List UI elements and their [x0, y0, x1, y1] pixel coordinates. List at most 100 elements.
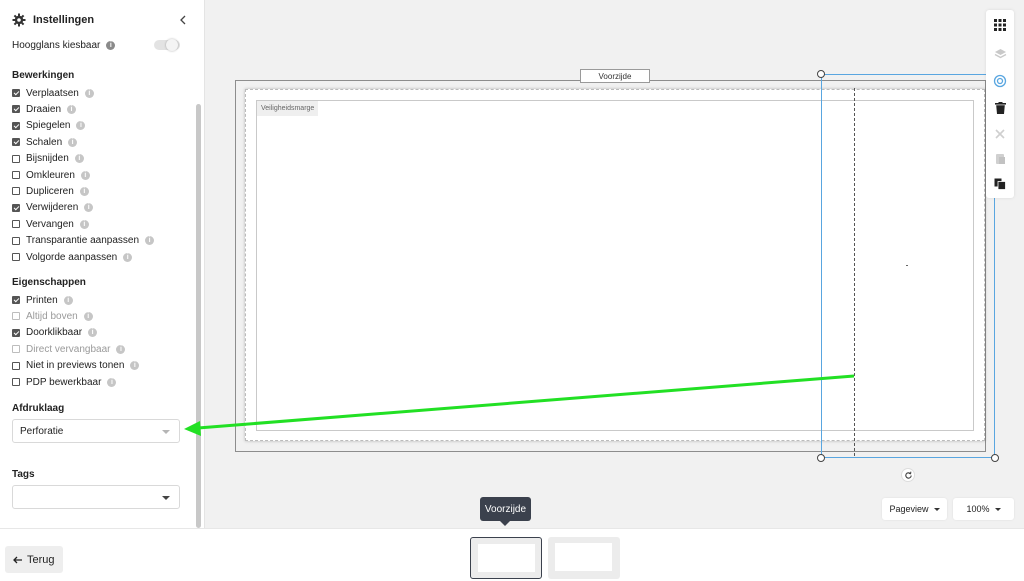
bewerking-row[interactable]: Vervangen i [12, 217, 89, 231]
back-button[interactable]: Terug [5, 546, 63, 573]
info-icon[interactable]: i [79, 219, 89, 229]
checkbox[interactable] [12, 203, 20, 212]
bewerking-row[interactable]: Draaien i [12, 102, 77, 116]
info-icon[interactable]: i [79, 186, 89, 196]
bewerking-row[interactable]: Omkleuren i [12, 168, 90, 182]
info-icon[interactable]: i [84, 88, 94, 98]
toggle-knob [166, 39, 178, 51]
hoogglans-toggle[interactable] [154, 39, 180, 51]
checkbox-label: Draaien [26, 103, 62, 115]
bewerking-row[interactable]: Spiegelen i [12, 119, 86, 133]
checkbox[interactable] [12, 154, 20, 163]
hoogglans-row: Hoogglans kiesbaar i [12, 38, 116, 52]
checkbox-label: Bijsnijden [26, 153, 69, 165]
info-icon[interactable]: i [63, 295, 73, 305]
checkbox-label: Schalen [26, 136, 63, 148]
safety-margin-label: Veiligheidsmarge [257, 101, 319, 116]
info-icon[interactable]: i [83, 311, 93, 321]
afdruklaag-value: Perforatie [20, 425, 64, 437]
thumbnail-preview [478, 544, 535, 572]
info-icon[interactable]: i [74, 154, 84, 164]
checkbox[interactable] [12, 312, 20, 321]
eigenschap-row[interactable]: Direct vervangbaar i [12, 342, 126, 356]
resize-handle-bottom-right[interactable] [991, 454, 999, 462]
rotate-icon[interactable] [901, 468, 915, 482]
caret-down-icon [933, 507, 940, 511]
focus-icon[interactable] [986, 69, 1014, 93]
eigenschap-row[interactable]: Printen i [12, 293, 73, 307]
checkbox[interactable] [12, 89, 20, 97]
trash-icon[interactable] [986, 96, 1014, 120]
info-icon[interactable]: i [68, 137, 78, 147]
back-label: Terug [27, 553, 55, 566]
info-icon[interactable]: i [123, 252, 133, 262]
eigenschap-row[interactable]: Doorklikbaar i [12, 326, 98, 340]
checkbox-label: Verplaatsen [26, 87, 79, 99]
checkbox-label: Direct vervangbaar [26, 343, 111, 355]
paste-icon[interactable] [986, 147, 1014, 171]
bewerking-row[interactable]: Verwijderen i [12, 201, 94, 215]
sidebar-scrollbar-thumb[interactable] [196, 104, 201, 528]
copy-icon[interactable] [986, 172, 1014, 196]
grid-icon[interactable] [986, 13, 1014, 37]
bewerking-row[interactable]: Dupliceren i [12, 184, 89, 198]
resize-handle-bottom-left[interactable] [817, 454, 825, 462]
checkbox-label: Volgorde aanpassen [26, 251, 118, 263]
info-icon[interactable]: i [116, 344, 126, 354]
checkbox-label: Dupliceren [26, 185, 74, 197]
layers-icon[interactable] [986, 42, 1014, 66]
checkbox-label: Vervangen [26, 218, 74, 230]
bewerking-row[interactable]: Verplaatsen i [12, 86, 94, 100]
checkbox[interactable] [12, 345, 20, 354]
checkbox[interactable] [12, 171, 20, 179]
checkbox[interactable] [12, 121, 20, 130]
face-label: Voorzijde [580, 69, 650, 83]
bewerking-row[interactable]: Schalen i [12, 135, 78, 149]
caret-down-icon [994, 507, 1001, 511]
checkbox[interactable] [12, 253, 20, 261]
resize-handle-top-left[interactable] [817, 70, 825, 78]
bewerking-row[interactable]: Volgorde aanpassen i [12, 250, 133, 264]
info-icon[interactable]: i [80, 170, 90, 180]
info-icon[interactable]: i [107, 377, 117, 387]
checkbox[interactable] [12, 296, 20, 304]
tags-select[interactable] [12, 485, 180, 509]
bewerking-row[interactable]: Bijsnijden i [12, 152, 84, 166]
page-thumbnail-front[interactable] [470, 537, 542, 579]
checkbox[interactable] [12, 236, 20, 245]
info-icon[interactable]: i [106, 40, 116, 50]
section-title-tags: Tags [12, 469, 35, 480]
info-icon[interactable]: i [130, 361, 140, 371]
checkbox[interactable] [12, 328, 20, 337]
checkbox[interactable] [12, 187, 20, 196]
caret-down-icon [162, 496, 170, 500]
checkbox[interactable] [12, 378, 20, 386]
cut-icon[interactable] [986, 122, 1014, 146]
eigenschap-row[interactable]: Altijd boven i [12, 309, 93, 323]
sidebar-title: Instellingen [33, 14, 95, 26]
eigenschap-row[interactable]: PDP bewerkbaar i [12, 375, 117, 389]
checkbox-label: Spiegelen [26, 120, 71, 132]
section-title-afdruklaag: Afdruklaag [12, 403, 65, 414]
chevron-left-icon[interactable] [176, 13, 188, 27]
info-icon[interactable]: i [145, 236, 155, 246]
pageview-dropdown[interactable]: Pageview [882, 498, 947, 520]
page-thumbnail-back[interactable] [548, 537, 620, 579]
checkbox-label: Altijd boven [26, 310, 78, 322]
zoom-dropdown[interactable]: 100% [953, 498, 1014, 520]
info-icon[interactable]: i [76, 121, 86, 131]
checkbox[interactable] [12, 220, 20, 229]
checkbox-label: Verwijderen [26, 202, 79, 214]
bewerking-row[interactable]: Transparantie aanpassen i [12, 234, 155, 248]
checkbox[interactable] [12, 361, 20, 370]
checkbox-label: PDP bewerkbaar [26, 376, 102, 388]
afdruklaag-select[interactable]: Perforatie [12, 419, 180, 443]
selection-box[interactable] [821, 74, 995, 458]
info-icon[interactable]: i [84, 203, 94, 213]
info-icon[interactable]: i [67, 104, 77, 114]
checkbox[interactable] [12, 105, 20, 114]
checkbox[interactable] [12, 138, 20, 147]
eigenschap-row[interactable]: Niet in previews tonen i [12, 359, 140, 373]
info-icon[interactable]: i [88, 328, 98, 338]
arrow-left-icon [13, 556, 22, 563]
